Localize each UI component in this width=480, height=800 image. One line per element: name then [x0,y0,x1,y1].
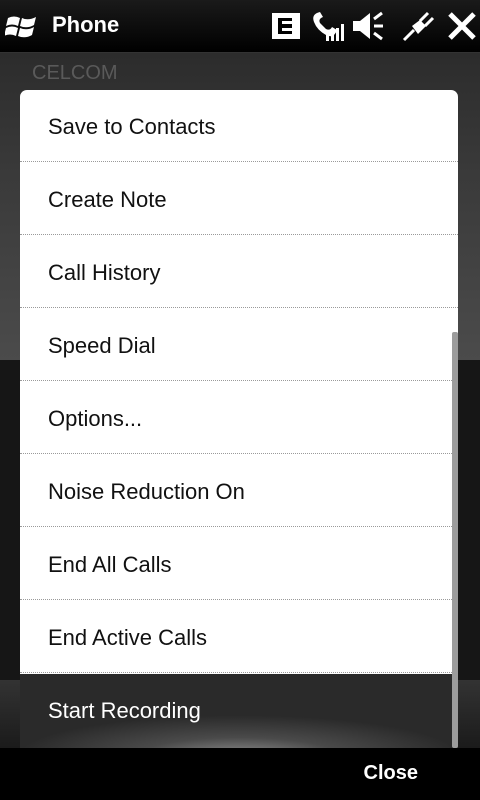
softkey-bar: Close [0,748,480,800]
windows-start-icon[interactable] [5,10,39,42]
operator-name: CELCOM [32,62,118,84]
power-plug-icon[interactable] [400,8,436,44]
status-bar: Phone [0,0,480,53]
menu-item-label: Call History [48,260,161,285]
close-softkey[interactable]: Close [364,762,418,785]
context-menu: Save to Contacts Create Note Call Histor… [20,90,458,748]
menu-item-start-recording[interactable]: Start Recording [20,674,458,748]
menu-item-label: End Active Calls [48,625,207,650]
menu-item-speed-dial[interactable]: Speed Dial [20,309,458,381]
message-icon[interactable] [268,8,304,44]
speaker-icon[interactable] [350,8,386,44]
menu-item-call-history[interactable]: Call History [20,236,458,308]
menu-item-label: Create Note [48,187,167,212]
menu-item-end-active-calls[interactable]: End Active Calls [20,601,458,673]
menu-item-end-all-calls[interactable]: End All Calls [20,528,458,600]
menu-item-options[interactable]: Options... [20,382,458,454]
menu-item-save-to-contacts[interactable]: Save to Contacts [20,90,458,162]
menu-item-label: Options... [48,406,143,431]
signal-icon[interactable] [308,8,344,44]
menu-item-label: Speed Dial [48,333,156,358]
menu-scrollbar[interactable] [452,332,458,748]
menu-item-noise-reduction[interactable]: Noise Reduction On [20,455,458,527]
menu-item-label: Start Recording [48,698,201,723]
menu-item-label: Noise Reduction On [48,479,245,504]
menu-item-create-note[interactable]: Create Note [20,163,458,235]
menu-item-label: End All Calls [48,552,172,577]
menu-item-label: Save to Contacts [48,114,216,139]
app-title: Phone [52,12,120,37]
close-icon[interactable] [444,8,480,44]
